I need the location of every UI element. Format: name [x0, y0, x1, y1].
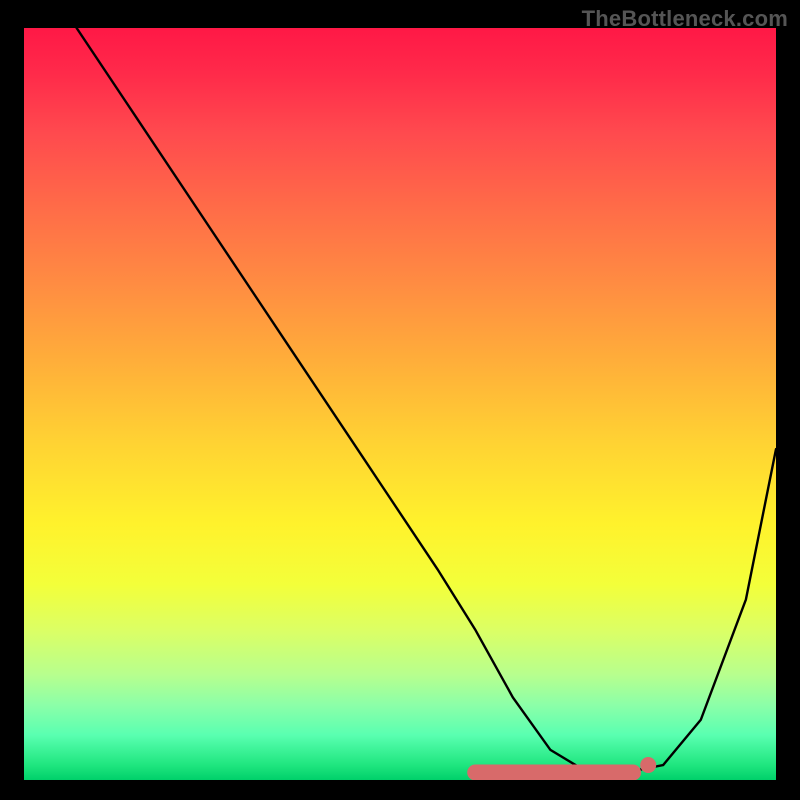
brand-watermark: TheBottleneck.com [582, 6, 788, 32]
bottleneck-curve [77, 28, 776, 773]
chart-frame: TheBottleneck.com [0, 0, 800, 800]
curve-layer [24, 28, 776, 780]
optimal-point-dot [640, 757, 656, 773]
plot-area [24, 28, 776, 780]
